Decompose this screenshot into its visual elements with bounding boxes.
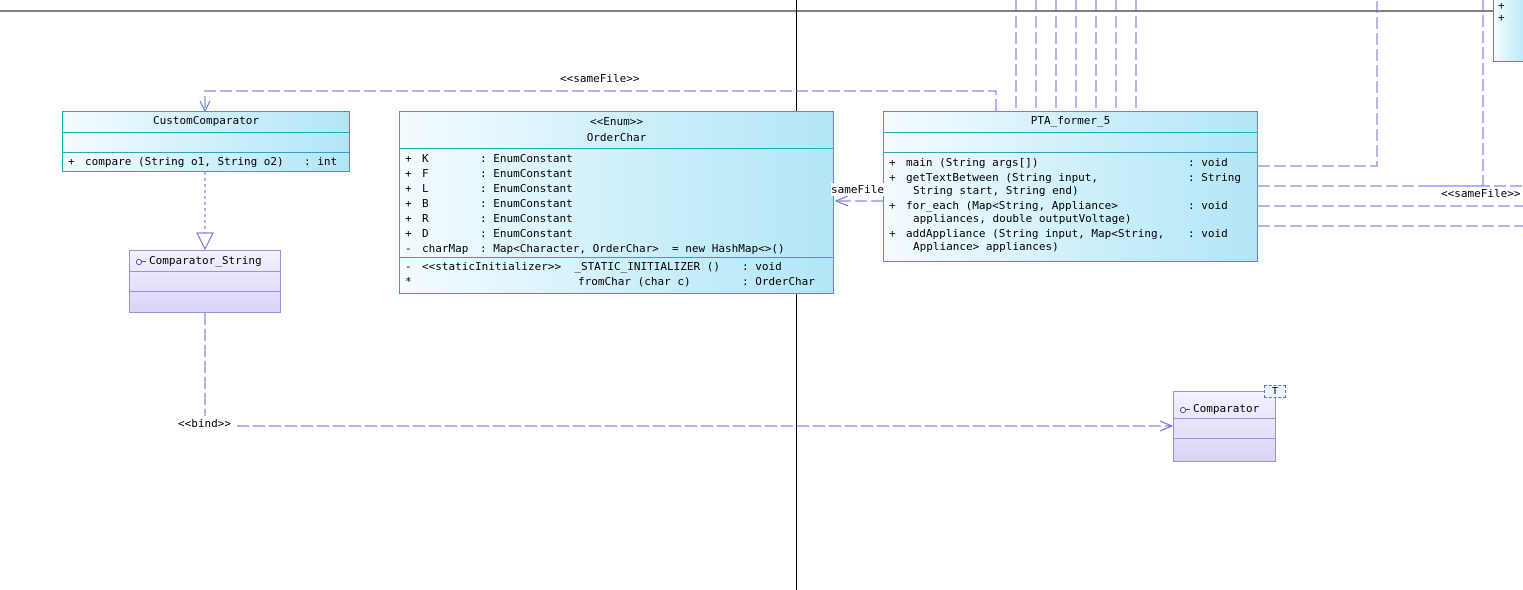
enum-header: <<Enum>> OrderChar <box>400 112 833 149</box>
partial-class-box[interactable]: + + <box>1493 0 1523 62</box>
attribute-name: B <box>422 197 429 210</box>
interface-name: Comparator <box>1193 402 1260 415</box>
interface-comparator[interactable]: Comparator <box>1173 391 1276 462</box>
class-custom-comparator[interactable]: CustomComparator + compare (String o1, S… <box>62 111 350 172</box>
operation-signature-cont: String start, String end) <box>913 184 1079 197</box>
attribute-row: + L : EnumConstant <box>400 181 833 196</box>
attribute-name: D <box>422 227 429 240</box>
attributes-section <box>1174 419 1275 439</box>
return-type: : void <box>1188 156 1228 169</box>
operation-signature-cont: Appliance> appliances) <box>913 240 1059 253</box>
attribute-type: : EnumConstant <box>480 212 573 225</box>
visibility: + <box>405 152 412 165</box>
attribute-type: : Map<Character, OrderChar> = new HashMa… <box>480 242 785 255</box>
operation-row: + for_each (Map<String, Appliance>: void a… <box>884 198 1257 226</box>
samefile-label-mid: sameFile <box>831 183 884 196</box>
attribute-name: F <box>422 167 429 180</box>
visibility: + <box>889 171 896 184</box>
samefile-label-top: <<sameFile>> <box>560 72 640 85</box>
attribute-row: + K : EnumConstant <box>400 151 833 166</box>
attribute-row: + D : EnumConstant <box>400 226 833 241</box>
attributes-section <box>63 133 349 153</box>
realization-arrowhead <box>196 232 214 251</box>
operations-section: + main (String args[]): void + getTextBetwe… <box>884 153 1257 254</box>
operation-signature: compare (String o1, String o2) <box>85 155 284 168</box>
operation-row: + getTextBetween (String input,: String St… <box>884 170 1257 198</box>
visibility: + <box>889 227 896 240</box>
attribute-row: - charMap : Map<Character, OrderChar> = ne… <box>400 241 833 256</box>
return-type: : OrderChar <box>742 275 815 288</box>
visibility: - <box>405 260 412 273</box>
attribute-type: : EnumConstant <box>480 227 573 240</box>
interface-header: Comparator_String <box>130 251 280 272</box>
visibility: + <box>68 155 75 168</box>
operation-row: + compare (String o1, String o2) : int <box>63 154 349 169</box>
interface-icon <box>136 257 146 266</box>
operations-section <box>1174 439 1275 458</box>
attribute-type: : EnumConstant <box>480 197 573 210</box>
operation-name: fromChar (char c) <box>578 275 691 288</box>
attribute-name: charMap <box>422 242 469 255</box>
class-name: PTA_former_5 <box>884 112 1257 133</box>
return-type: : String <box>1188 171 1241 184</box>
visibility: + <box>405 227 412 240</box>
visibility: + <box>405 182 412 195</box>
interface-header: Comparator <box>1174 392 1275 419</box>
interface-name: Comparator_String <box>149 254 262 267</box>
samefile-dependency-top <box>204 90 997 111</box>
type-parameter-box: T <box>1264 385 1286 398</box>
operation-name: <<staticInitializer>> _STATIC_INITIALIZE… <box>422 260 721 273</box>
attribute-name: K <box>422 152 429 165</box>
dependency-right-2 <box>1258 0 1484 187</box>
dependency-right-1 <box>1258 0 1378 167</box>
attributes-section <box>884 133 1257 153</box>
visibility: + <box>405 212 412 225</box>
attribute-type: : EnumConstant <box>480 182 573 195</box>
return-type: : void <box>1188 199 1228 212</box>
attribute-type: : EnumConstant <box>480 167 573 180</box>
operation-signature: main (String args[]) <box>906 156 1039 169</box>
attribute-row: + R : EnumConstant <box>400 211 833 226</box>
interface-comparator-string[interactable]: Comparator_String <box>129 250 281 313</box>
operation-row: - <<staticInitializer>> _STATIC_INITIALIZ… <box>400 259 833 274</box>
enum-order-char[interactable]: <<Enum>> OrderChar + K : EnumConstant + F : E… <box>399 111 834 294</box>
attribute-type: : EnumConstant <box>480 152 573 165</box>
visibility: + <box>405 167 412 180</box>
attributes-section: + K : EnumConstant + F : EnumConstant + L : Enum… <box>400 149 833 258</box>
operations-section: + compare (String o1, String o2) : int <box>63 153 349 169</box>
partial-class-plus-2: + <box>1498 11 1505 24</box>
visibility: + <box>405 197 412 210</box>
attribute-row: + B : EnumConstant <box>400 196 833 211</box>
visibility: * <box>405 275 412 288</box>
class-pta-former-5[interactable]: PTA_former_5 + main (String args[]) : void… <box>883 111 1258 262</box>
attributes-section <box>130 272 280 292</box>
samefile-label-right: <<sameFile>> <box>1441 187 1521 200</box>
operation-row: + main (String args[]) : void <box>884 155 1257 170</box>
return-type: : void <box>1188 227 1228 240</box>
enum-name: OrderChar <box>586 131 647 144</box>
class-name: CustomComparator <box>63 112 349 133</box>
visibility: + <box>889 199 896 212</box>
enum-stereotype: <<Enum>> <box>590 115 643 128</box>
return-type: : void <box>742 260 782 273</box>
operation-signature-cont: appliances, double outputVoltage) <box>913 212 1132 225</box>
operation-row: + addAppliance (String input, Map<String,… <box>884 226 1257 254</box>
operation-row: * fromChar (char c) : OrderChar <box>400 274 833 289</box>
type-parameter: T <box>1271 386 1279 397</box>
interface-icon <box>1180 405 1190 414</box>
bind-label: <<bind>> <box>178 417 231 430</box>
operations-section <box>130 292 280 311</box>
operations-section: - <<staticInitializer>> _STATIC_INITIALIZ… <box>400 258 833 289</box>
return-type: : int <box>304 155 338 168</box>
attribute-name: L <box>422 182 429 195</box>
visibility: + <box>889 156 896 169</box>
attribute-row: + F : EnumConstant <box>400 166 833 181</box>
visibility: - <box>405 242 412 255</box>
attribute-name: R <box>422 212 429 225</box>
